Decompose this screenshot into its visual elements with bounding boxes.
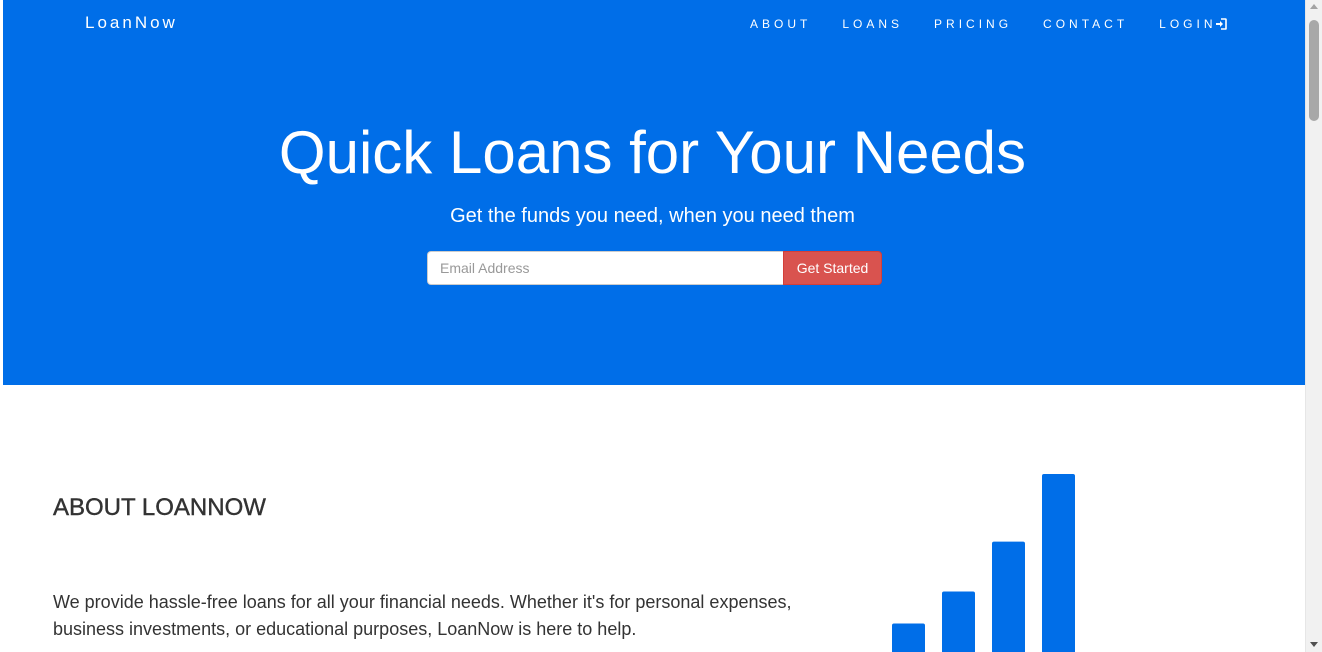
bar-chart-icon [892,474,1075,652]
scroll-up-icon[interactable] [1310,4,1318,9]
scrollbar-thumb[interactable] [1309,20,1319,121]
email-input[interactable] [427,251,783,285]
viewport: LoanNow ABOUT LOANS PRICING CONTACT LOGI… [0,0,1305,652]
browser-page: LoanNow ABOUT LOANS PRICING CONTACT LOGI… [0,0,1322,652]
nav-item-loans[interactable]: LOANS [842,16,903,32]
nav-item-login-label: LOGIN [1159,17,1217,31]
main-nav: ABOUT LOANS PRICING CONTACT LOGIN [750,16,1227,32]
about-heading: ABOUT LOANNOW [53,494,266,521]
hero-section: LoanNow ABOUT LOANS PRICING CONTACT LOGI… [0,0,1305,385]
get-started-button[interactable]: Get Started [783,251,882,285]
signup-form: Get Started [427,251,882,285]
log-in-icon [1215,18,1227,30]
nav-item-contact[interactable]: CONTACT [1043,16,1128,32]
window-border [0,0,3,652]
scroll-down-icon[interactable] [1310,642,1318,647]
growth-bar-1 [892,623,925,652]
growth-bar-2 [942,591,975,652]
brand-logo[interactable]: LoanNow [85,12,178,34]
nav-item-about[interactable]: ABOUT [750,16,811,32]
about-text: We provide hassle-free loans for all you… [53,592,792,639]
hero-subtitle: Get the funds you need, when you need th… [450,205,855,227]
nav-item-login[interactable]: LOGIN [1159,16,1227,32]
growth-bar-3 [992,541,1025,652]
hero-title: Quick Loans for Your Needs [278,119,1027,186]
nav-item-pricing[interactable]: PRICING [934,16,1012,32]
vertical-scrollbar[interactable] [1305,0,1322,652]
growth-bar-4 [1042,474,1075,652]
